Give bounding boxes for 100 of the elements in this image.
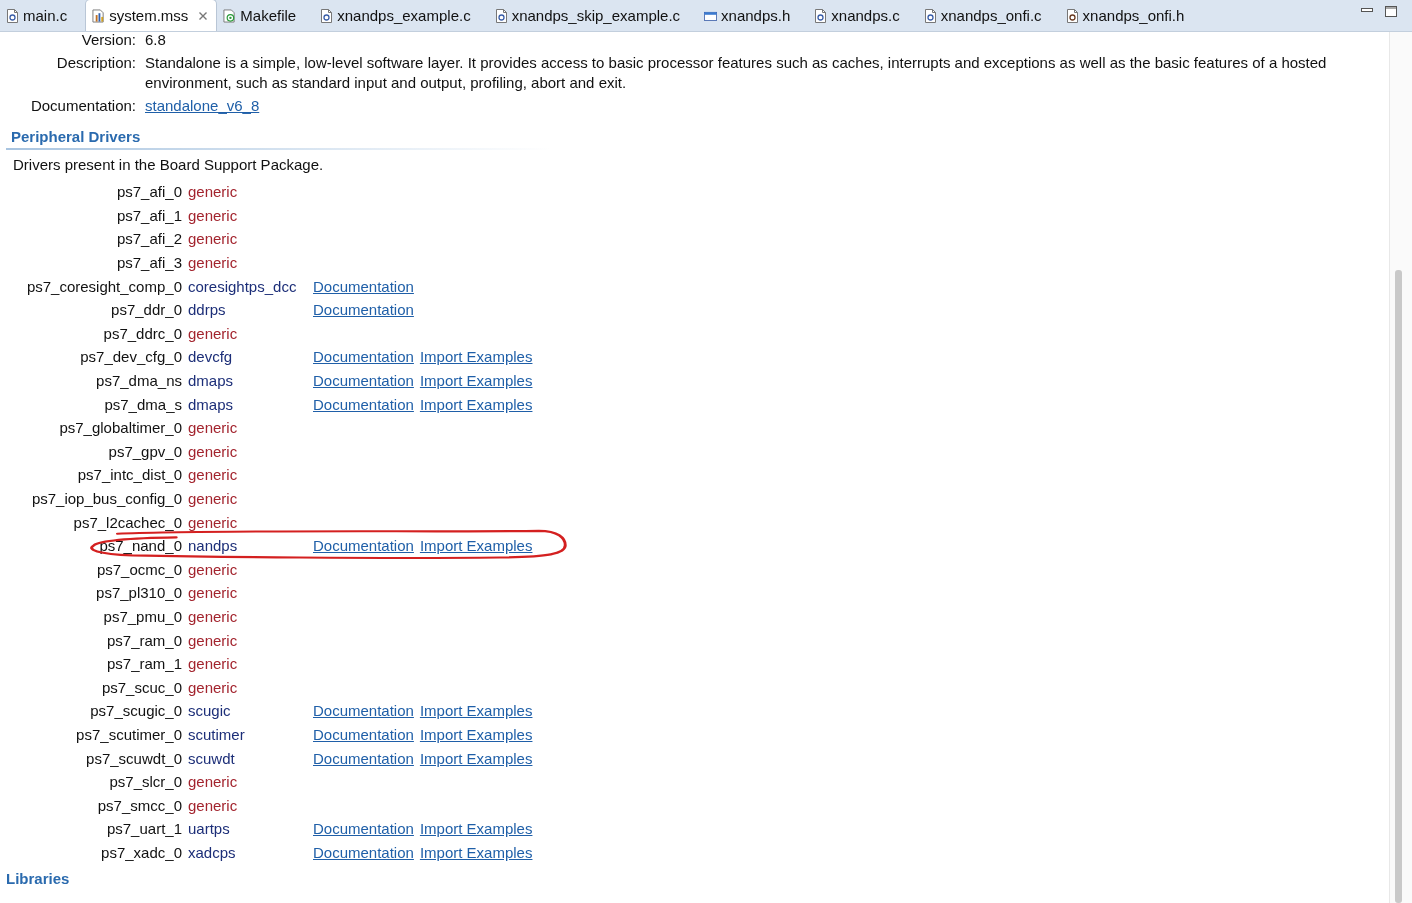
standalone-link[interactable]: standalone_v6_8 <box>145 97 260 114</box>
driver-name: generic <box>187 655 239 673</box>
scrollbar-thumb[interactable] <box>1395 270 1402 903</box>
editor-tab[interactable]: xnandps_skip_example.c <box>488 0 699 31</box>
driver-name: xadcps <box>187 843 237 861</box>
instance-name: ps7_ram_1 <box>105 655 182 673</box>
file-icon <box>923 8 937 23</box>
editor-tab[interactable]: xnandps.c <box>808 0 918 31</box>
field-value: Standalone is a simple, low-level software layer. It provides access to basic processor features such as caches, interrupts and exceptions as well as the basic features of a hosted environment, such as standard input and output, profiling, abort and exit. <box>145 54 1327 91</box>
driver-name: generic <box>187 560 239 578</box>
driver-link[interactable]: Documentation <box>313 537 414 555</box>
driver-name: scuwdt <box>187 749 236 767</box>
instance-name: ps7_dma_s <box>103 395 182 413</box>
driver-name: generic <box>187 796 239 814</box>
driver-name: generic <box>187 513 239 531</box>
driver-link[interactable]: Import Examples <box>419 749 533 767</box>
driver-link[interactable]: Import Examples <box>419 348 533 366</box>
driver-name: nandps <box>187 537 239 555</box>
instance-name: ps7_ddr_0 <box>110 301 182 319</box>
driver-link[interactable]: Import Examples <box>419 843 533 861</box>
driver-link[interactable]: Import Examples <box>419 725 533 743</box>
driver-link[interactable]: Documentation <box>313 820 414 838</box>
maximize-icon[interactable] <box>1384 5 1398 17</box>
section-heading: Peripheral Drivers <box>11 128 141 145</box>
editor-tab[interactable]: xnandps_onfi.c <box>917 0 1060 31</box>
driver-name: scutimer <box>187 725 246 743</box>
close-icon[interactable] <box>198 10 209 21</box>
editor-tab[interactable]: Makefile <box>217 0 315 31</box>
instance-name: ps7_afi_0 <box>115 183 182 201</box>
instance-name: ps7_l2cachec_0 <box>72 513 182 531</box>
driver-name: generic <box>187 466 239 484</box>
instance-name: ps7_intc_dist_0 <box>76 466 182 484</box>
driver-name: generic <box>187 254 239 272</box>
driver-link[interactable]: Import Examples <box>419 702 533 720</box>
driver-link[interactable]: Documentation <box>313 372 414 390</box>
driver-name: devcfg <box>187 348 234 366</box>
instance-name: ps7_ddrc_0 <box>102 324 182 342</box>
instance-name: ps7_scuc_0 <box>100 678 182 696</box>
file-icon <box>320 8 334 23</box>
section-heading: Libraries <box>6 870 71 888</box>
driver-link[interactable]: Documentation <box>313 749 414 767</box>
instance-name: ps7_afi_2 <box>115 230 182 248</box>
instance-name: ps7_scuwdt_0 <box>85 749 182 767</box>
instance-name: ps7_slcr_0 <box>108 773 182 791</box>
driver-name: generic <box>187 631 239 649</box>
driver-name: dmaps <box>187 372 235 390</box>
driver-name: uartps <box>187 820 231 838</box>
driver-name: generic <box>187 490 239 507</box>
instance-name: ps7_scutimer_0 <box>75 725 182 743</box>
instance-name: ps7_dev_cfg_0 <box>79 348 182 366</box>
instance-name: ps7_pmu_0 <box>102 608 182 625</box>
driver-link[interactable]: Import Examples <box>419 537 533 555</box>
driver-link[interactable]: Import Examples <box>419 820 533 838</box>
driver-name: generic <box>187 678 239 696</box>
instance-name: ps7_coresight_comp_0 <box>25 277 182 295</box>
instance-name: ps7_gpv_0 <box>107 442 182 460</box>
editor-tab[interactable]: xnandps.h <box>698 0 809 31</box>
scrollbar[interactable] <box>1389 32 1412 903</box>
driver-link[interactable]: Documentation <box>313 843 414 861</box>
editor-tab[interactable]: main.c <box>0 0 86 31</box>
instance-name: ps7_iop_bus_config_0 <box>30 490 182 507</box>
driver-link[interactable]: Documentation <box>313 725 414 743</box>
driver-link[interactable]: Import Examples <box>419 372 533 390</box>
driver-name: generic <box>187 206 239 224</box>
driver-name: ddrps <box>187 301 227 319</box>
instance-name: ps7_nand_0 <box>98 537 182 555</box>
driver-name: scugic <box>187 702 232 720</box>
driver-name: generic <box>187 584 239 602</box>
driver-name: generic <box>187 419 239 437</box>
instance-name: ps7_uart_1 <box>105 820 182 838</box>
instance-name: ps7_smcc_0 <box>96 796 182 814</box>
instance-name: ps7_pl310_0 <box>95 584 182 602</box>
editor-tab[interactable]: xnandps_onfi.h <box>1059 0 1203 31</box>
instance-name: ps7_ocmc_0 <box>95 560 182 578</box>
field-label: Description: <box>55 53 136 73</box>
driver-name: generic <box>187 442 239 460</box>
instance-name: ps7_globaltimer_0 <box>58 419 182 437</box>
field-label: Version: <box>80 32 136 50</box>
instance-name: ps7_xadc_0 <box>100 843 182 861</box>
driver-name: generic <box>187 183 239 201</box>
file-icon <box>814 8 828 23</box>
chart-file-icon <box>92 8 106 23</box>
driver-link[interactable]: Import Examples <box>419 395 533 413</box>
driver-link[interactable]: Documentation <box>313 301 414 319</box>
instance-name: ps7_afi_1 <box>115 206 182 224</box>
instance-name: ps7_dma_ns <box>95 372 182 390</box>
driver-name: generic <box>187 324 239 342</box>
driver-link[interactable]: Documentation <box>313 277 414 295</box>
driver-link[interactable]: Documentation <box>313 348 414 366</box>
editor-tab[interactable]: xnandps_example.c <box>314 0 489 31</box>
driver-name: generic <box>187 608 239 625</box>
driver-link[interactable]: Documentation <box>313 395 414 413</box>
driver-name: generic <box>187 230 239 248</box>
file-icon <box>1065 8 1079 23</box>
driver-name: generic <box>187 773 239 791</box>
editor-tab[interactable]: system.mss <box>85 0 218 31</box>
driver-name: coresightps_dcc <box>187 277 298 295</box>
instance-name: ps7_ram_0 <box>105 631 182 649</box>
driver-link[interactable]: Documentation <box>313 702 414 720</box>
target-file-icon <box>223 8 237 23</box>
